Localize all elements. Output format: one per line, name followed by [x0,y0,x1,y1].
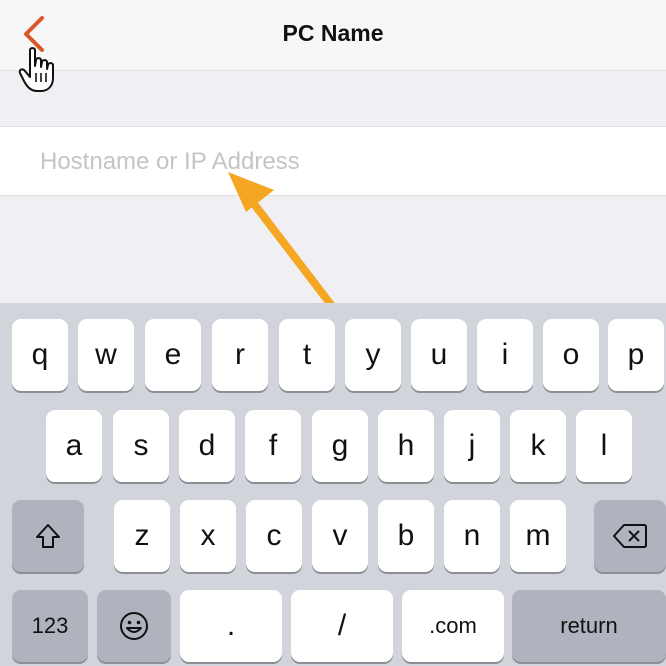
key-w[interactable]: w [78,319,134,391]
pointer-arrow-icon [228,172,339,314]
key-f[interactable]: f [245,410,301,482]
key-v[interactable]: v [312,500,368,572]
key-q[interactable]: q [12,319,68,391]
key-c[interactable]: c [246,500,302,572]
shift-key[interactable] [12,500,84,572]
return-key[interactable]: return [512,590,666,662]
keyboard: q w e r t y u i o p a s d f g h j k l z … [0,303,666,666]
navigation-bar: PC Name [0,0,666,71]
key-n[interactable]: n [444,500,500,572]
shift-arrow-icon [36,524,60,548]
hand-cursor-icon [18,47,54,92]
key-m[interactable]: m [510,500,566,572]
key-z[interactable]: z [114,500,170,572]
emoji-icon [120,612,148,640]
numbers-key[interactable]: 123 [12,590,88,662]
key-p[interactable]: p [608,319,664,391]
key-r[interactable]: r [212,319,268,391]
key-k[interactable]: k [510,410,566,482]
key-s[interactable]: s [113,410,169,482]
dot-key[interactable]: . [180,590,282,662]
backspace-icon [613,524,647,548]
dotcom-key[interactable]: .com [402,590,504,662]
key-a[interactable]: a [46,410,102,482]
key-u[interactable]: u [411,319,467,391]
key-j[interactable]: j [444,410,500,482]
key-x[interactable]: x [180,500,236,572]
key-i[interactable]: i [477,319,533,391]
key-h[interactable]: h [378,410,434,482]
key-d[interactable]: d [179,410,235,482]
page-title: PC Name [282,20,384,46]
key-b[interactable]: b [378,500,434,572]
slash-key[interactable]: / [291,590,393,662]
delete-key[interactable] [594,500,666,572]
key-e[interactable]: e [145,319,201,391]
key-o[interactable]: o [543,319,599,391]
key-t[interactable]: t [279,319,335,391]
key-g[interactable]: g [312,410,368,482]
emoji-key[interactable] [97,590,171,662]
key-y[interactable]: y [345,319,401,391]
key-l[interactable]: l [576,410,632,482]
